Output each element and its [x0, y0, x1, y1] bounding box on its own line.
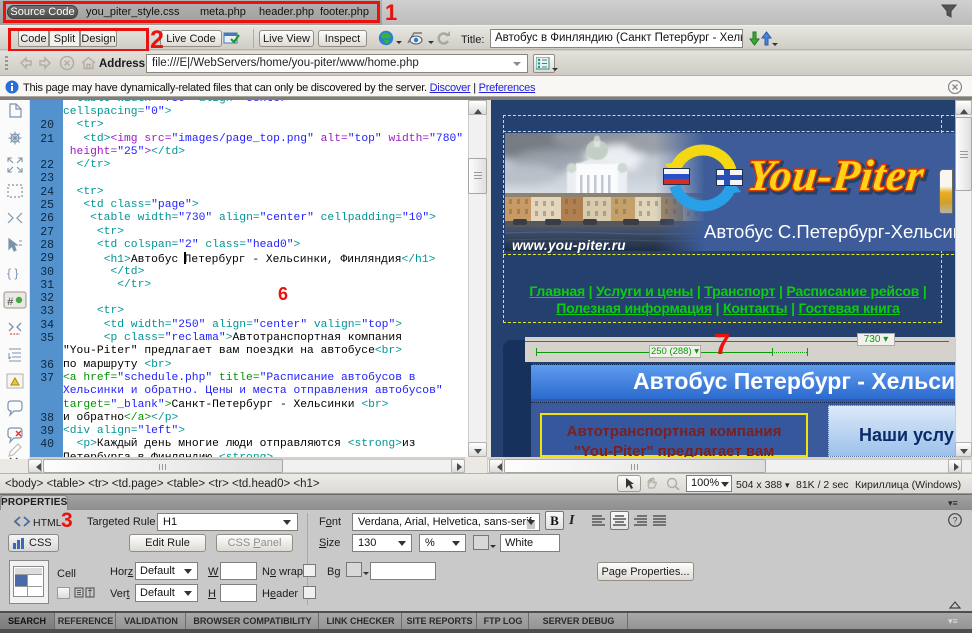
- svg-text:?: ?: [953, 516, 958, 526]
- svg-text:You-Piter: You-Piter: [745, 151, 927, 200]
